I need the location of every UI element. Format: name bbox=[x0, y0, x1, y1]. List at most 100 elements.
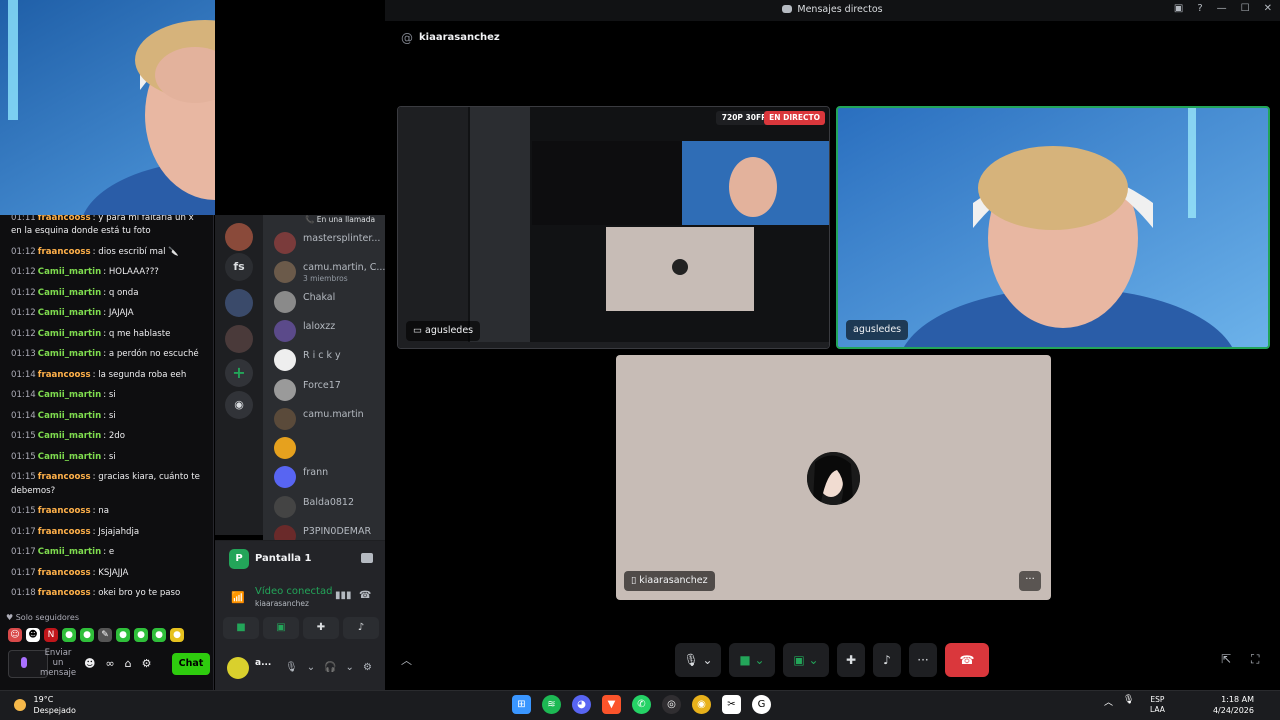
chat-username[interactable]: fraancooss bbox=[38, 472, 91, 482]
chevron-up-icon[interactable]: ︿ bbox=[1104, 695, 1113, 708]
chat-username[interactable]: fraancooss bbox=[38, 588, 91, 598]
microphone-toggle[interactable]: 🎙 ⌄ bbox=[675, 643, 721, 677]
camera-button[interactable]: ■ bbox=[223, 617, 259, 639]
dm-name: Balda0812 bbox=[303, 496, 355, 508]
dm-item[interactable]: frann bbox=[271, 464, 385, 490]
emote-icon[interactable]: ☺ bbox=[8, 628, 22, 642]
minimize-button[interactable]: — bbox=[1217, 3, 1227, 14]
chat-username[interactable]: Camii_martin bbox=[38, 308, 101, 318]
chat-username[interactable]: Camii_martin bbox=[38, 329, 101, 339]
weather-widget[interactable]: 19°C Despejado bbox=[14, 694, 76, 716]
camera-toggle[interactable]: ■ ⌄ bbox=[729, 643, 775, 677]
dm-item[interactable]: camu.martin bbox=[271, 406, 385, 432]
brave-icon[interactable]: ▼ bbox=[602, 695, 621, 714]
disconnect-icon[interactable]: ☎ bbox=[359, 590, 371, 601]
emote-icon[interactable]: ● bbox=[62, 628, 76, 642]
chat-username[interactable]: fraancooss bbox=[38, 370, 91, 380]
discord-icon[interactable]: ◕ bbox=[572, 695, 591, 714]
chat-username[interactable]: Camii_martin bbox=[38, 452, 101, 462]
emote-icon[interactable]: N bbox=[44, 628, 58, 642]
dm-item[interactable]: R i c k y bbox=[271, 347, 385, 373]
emote-icon[interactable]: ● bbox=[116, 628, 130, 642]
clock[interactable]: 1:18 AM 4/24/2026 bbox=[1210, 694, 1254, 716]
fullscreen-icon[interactable]: ⛶ bbox=[1251, 652, 1259, 667]
dm-item[interactable]: Balda0812 bbox=[271, 494, 385, 520]
dm-item[interactable] bbox=[271, 435, 385, 461]
close-button[interactable]: ✕ bbox=[1264, 3, 1272, 14]
stop-stream-icon[interactable] bbox=[361, 553, 373, 563]
soundboard-button[interactable]: ♪ bbox=[873, 643, 901, 677]
dm-item[interactable]: laloxzz bbox=[271, 318, 385, 344]
store-icon[interactable]: ⌂ bbox=[125, 657, 132, 670]
activities-button[interactable]: ✚ bbox=[837, 643, 865, 677]
emote-icon[interactable]: ● bbox=[134, 628, 148, 642]
gear-icon[interactable]: ⚙ bbox=[363, 662, 372, 673]
maximize-button[interactable]: ☐ bbox=[1241, 3, 1250, 14]
chat-username[interactable]: Camii_martin bbox=[38, 411, 101, 421]
chat-username[interactable]: Camii_martin bbox=[38, 547, 101, 557]
server-folder[interactable] bbox=[225, 289, 253, 317]
connection-signal-icon[interactable]: 📶 bbox=[231, 591, 245, 604]
chat-username[interactable]: Camii_martin bbox=[38, 431, 101, 441]
dm-item[interactable]: mastersplinter... bbox=[271, 230, 385, 256]
more-options-button[interactable]: ··· bbox=[1019, 571, 1041, 591]
date: 4/24/2026 bbox=[1212, 706, 1254, 715]
more-button[interactable]: ··· bbox=[909, 643, 937, 677]
bits-icon[interactable]: ∞ bbox=[105, 657, 114, 670]
hang-up-button[interactable]: ☎ bbox=[945, 643, 989, 677]
whatsapp-icon[interactable]: ✆ bbox=[632, 695, 651, 714]
chevron-down-icon[interactable]: ⌄ bbox=[346, 662, 354, 673]
stream-tile[interactable]: 720P 30FPS EN DIRECTO ▭ agusledes bbox=[397, 106, 830, 349]
chrome-icon[interactable]: ◉ bbox=[692, 695, 711, 714]
chat-username[interactable]: fraancooss bbox=[38, 568, 91, 578]
server-folder[interactable] bbox=[225, 325, 253, 353]
microphone-icon[interactable]: 🎙 bbox=[1123, 695, 1134, 708]
server-fs[interactable]: fs bbox=[225, 253, 253, 281]
chat-username[interactable]: fraancooss bbox=[38, 527, 91, 537]
avatar bbox=[807, 452, 860, 505]
explore-icon[interactable]: ◉ bbox=[225, 391, 253, 419]
chat-username[interactable]: Camii_martin bbox=[38, 349, 101, 359]
help-icon[interactable]: ? bbox=[1197, 3, 1202, 14]
obs-icon[interactable]: ◎ bbox=[662, 695, 681, 714]
inbox-icon[interactable]: ▣ bbox=[1174, 3, 1183, 14]
microphone-icon[interactable]: 🎙 bbox=[285, 662, 298, 673]
headphones-icon[interactable]: 🎧 bbox=[324, 662, 336, 673]
spotify-icon[interactable]: ≋ bbox=[542, 695, 561, 714]
activities-button[interactable]: ✚ bbox=[303, 617, 339, 639]
camera-tile[interactable]: agusledes bbox=[836, 106, 1270, 349]
chat-username[interactable]: fraancooss bbox=[38, 247, 91, 257]
dm-item[interactable]: Force17 bbox=[271, 377, 385, 403]
server-avatar[interactable] bbox=[225, 223, 253, 251]
emote-icon[interactable]: ☻ bbox=[26, 628, 40, 642]
github-icon[interactable]: G bbox=[752, 695, 771, 714]
emote-icon[interactable]: ● bbox=[170, 628, 184, 642]
chevron-up-icon[interactable]: ︿ bbox=[401, 652, 412, 668]
chat-timestamp: 01:17 bbox=[11, 547, 36, 557]
chat-username[interactable]: Camii_martin bbox=[38, 390, 101, 400]
start-icon[interactable]: ⊞ bbox=[512, 695, 531, 714]
avatar[interactable] bbox=[227, 657, 249, 679]
chat-username[interactable]: Camii_martin bbox=[38, 267, 101, 277]
screen-share-button[interactable]: ▣ bbox=[263, 617, 299, 639]
chat-username[interactable]: Camii_martin bbox=[38, 288, 101, 298]
emote-picker-icon[interactable]: ☻ bbox=[84, 657, 95, 670]
dm-item[interactable]: camu.martin, C... 3 miembros bbox=[271, 259, 385, 285]
emote-icon[interactable]: ● bbox=[80, 628, 94, 642]
language-indicator[interactable]: ESP LAA bbox=[1150, 695, 1165, 715]
noise-suppression-icon[interactable]: ▮▮▮ bbox=[335, 590, 352, 601]
dm-item[interactable]: Chakal bbox=[271, 289, 385, 315]
capcut-icon[interactable]: ✂ bbox=[722, 695, 741, 714]
screen-share-toggle[interactable]: ▣ ⌄ bbox=[783, 643, 829, 677]
chat-send-button[interactable]: Chat bbox=[172, 653, 210, 675]
emote-icon[interactable]: ✎ bbox=[98, 628, 112, 642]
chat-username[interactable]: fraancooss bbox=[38, 506, 91, 516]
settings-icon[interactable]: ⚙ bbox=[142, 657, 152, 670]
chevron-down-icon[interactable]: ⌄ bbox=[307, 662, 315, 673]
soundboard-button[interactable]: ♪ bbox=[343, 617, 379, 639]
emote-icon[interactable]: ● bbox=[152, 628, 166, 642]
user-panel: a... 🎙 ⌄ 🎧 ⌄ ⚙ bbox=[215, 649, 385, 691]
pop-out-icon[interactable]: ⇱ bbox=[1221, 652, 1231, 666]
add-server-icon[interactable]: + bbox=[225, 359, 253, 387]
participant-tile[interactable]: ▯ kiaarasanchez ··· bbox=[616, 355, 1051, 600]
